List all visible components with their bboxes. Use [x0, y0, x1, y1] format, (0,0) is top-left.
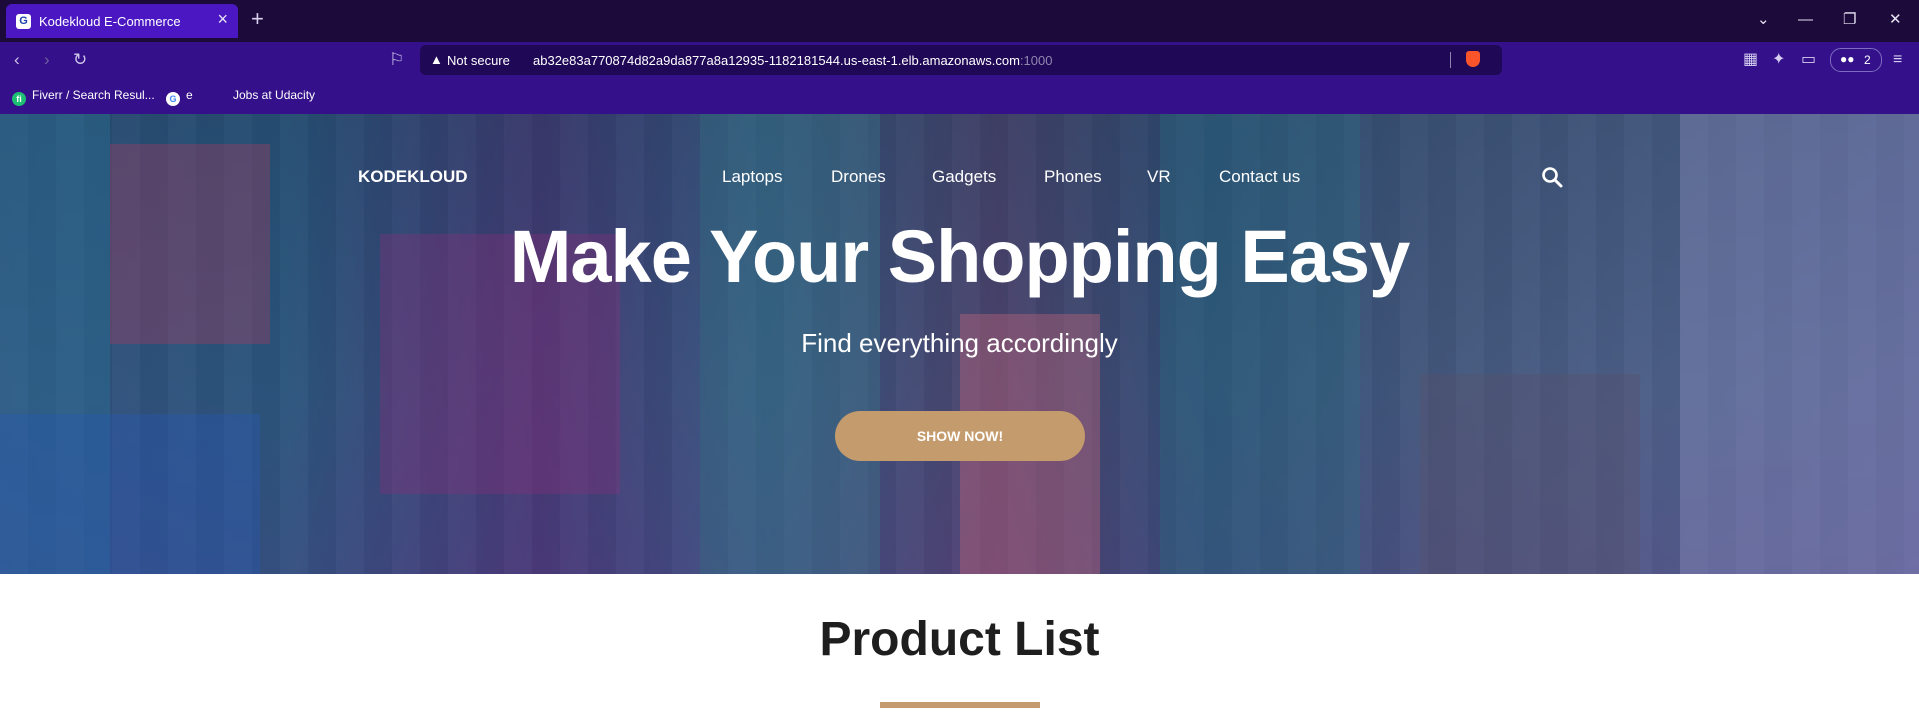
menu-icon[interactable]: ≡	[1893, 50, 1902, 70]
tab-close-icon[interactable]: ×	[217, 10, 228, 28]
reload-icon[interactable]: ↻	[73, 50, 87, 70]
bookmark-label: e	[186, 88, 193, 102]
nav-laptops[interactable]: Laptops	[722, 167, 783, 187]
hero-banner: KODEKLOUD Laptops Drones Gadgets Phones …	[0, 114, 1919, 574]
bookmark-page-icon[interactable]: ⚐	[389, 50, 404, 70]
bookmark-fiverr[interactable]: fi Fiverr / Search Resul...	[12, 88, 155, 106]
tab-list-chevron-icon[interactable]: ⌄	[1757, 10, 1770, 30]
address-bar[interactable]: ▲ Not secure ab32e83a770874d82a9da877a8a…	[420, 45, 1502, 75]
address-divider	[1450, 52, 1451, 68]
extensions-icon[interactable]: ✦	[1772, 50, 1785, 70]
show-now-button[interactable]: SHOW NOW!	[835, 411, 1085, 461]
nav-contact-us[interactable]: Contact us	[1219, 167, 1300, 187]
url-host: ab32e83a770874d82a9da877a8a12935-1182181…	[533, 53, 1020, 68]
site-logo[interactable]: KODEKLOUD	[358, 167, 468, 187]
browser-toolbar: ‹ › ↻ ⚐ ▲ Not secure ab32e83a770874d82a9…	[0, 42, 1919, 78]
back-icon[interactable]: ‹	[14, 50, 20, 70]
minimize-icon[interactable]: —	[1798, 10, 1813, 30]
nav-vr[interactable]: VR	[1147, 167, 1171, 187]
close-window-icon[interactable]: ✕	[1889, 10, 1902, 30]
bookmark-udacity[interactable]: Jobs at Udacity	[233, 88, 315, 102]
background-shape	[0, 414, 260, 574]
browser-tab-active[interactable]: G Kodekloud E-Commerce ×	[6, 4, 238, 38]
title-underline	[880, 702, 1040, 708]
tab-title: Kodekloud E-Commerce	[39, 14, 181, 29]
url-text[interactable]: ab32e83a770874d82a9da877a8a12935-1182181…	[533, 53, 1052, 68]
restore-icon[interactable]: ❐	[1843, 10, 1856, 30]
nav-gadgets[interactable]: Gadgets	[932, 167, 996, 187]
hero-headline: Make Your Shopping Easy	[509, 215, 1410, 298]
bookmarks-bar: fi Fiverr / Search Resul... Ge Jobs at Ud…	[0, 78, 1919, 115]
product-list-title: Product List	[819, 613, 1100, 666]
site-favicon-icon: G	[16, 14, 31, 29]
fiverr-icon: fi	[12, 92, 26, 106]
url-port: :1000	[1019, 53, 1053, 68]
warning-icon: ▲	[430, 52, 443, 67]
bookmark-google[interactable]: Ge	[166, 88, 193, 106]
vpn-badge[interactable]: ●● 2	[1830, 48, 1882, 72]
security-label[interactable]: Not secure	[447, 53, 510, 68]
nav-drones[interactable]: Drones	[831, 167, 886, 187]
google-icon: G	[166, 92, 180, 106]
glasses-icon: ●●	[1840, 52, 1855, 66]
new-tab-icon[interactable]: +	[251, 6, 264, 32]
nav-phones[interactable]: Phones	[1044, 167, 1102, 187]
forward-icon[interactable]: ›	[44, 50, 50, 70]
wallet-icon[interactable]: ▦	[1743, 50, 1758, 70]
background-shape	[1420, 374, 1640, 574]
hero-subline: Find everything accordingly	[801, 328, 1118, 358]
browser-tab-bar: G Kodekloud E-Commerce × + ⌄ — ❐ ✕	[0, 0, 1919, 42]
brave-shields-icon[interactable]	[1466, 51, 1480, 67]
bookmark-label: Jobs at Udacity	[233, 88, 316, 102]
sidebar-icon[interactable]: ▭	[1801, 50, 1816, 70]
bookmark-label: Fiverr / Search Resul...	[32, 88, 155, 102]
search-icon[interactable]	[1541, 166, 1563, 188]
badge-count: 2	[1864, 53, 1871, 67]
